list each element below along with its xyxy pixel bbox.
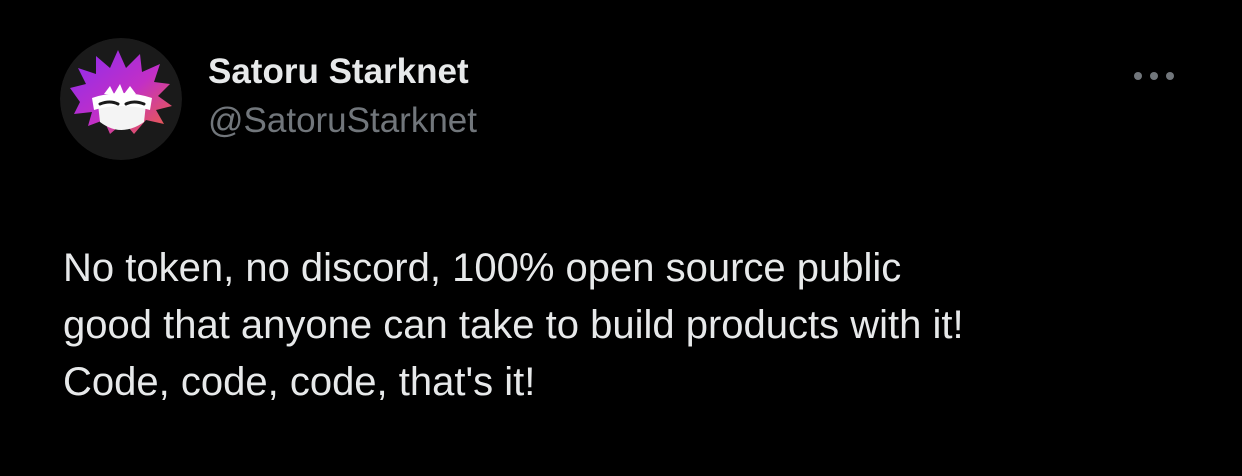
author-names: Satoru Starknet @SatoruStarknet <box>208 50 477 144</box>
author-display-name[interactable]: Satoru Starknet <box>208 50 477 94</box>
avatar[interactable] <box>60 38 182 160</box>
tweet-text-line: No token, no discord, 100% open source p… <box>63 246 902 290</box>
tweet-text-line: Code, code, code, that's it! <box>63 360 536 404</box>
spiky-masked-head-avatar-icon <box>60 38 182 160</box>
tweet: Satoru Starknet @SatoruStarknet No token… <box>0 0 1242 476</box>
author-handle[interactable]: @SatoruStarknet <box>208 98 477 144</box>
tweet-text-line: good that anyone can take to build produ… <box>63 303 964 347</box>
more-button[interactable] <box>1130 62 1178 90</box>
more-horizontal-icon <box>1134 72 1174 80</box>
tweet-text: No token, no discord, 100% open source p… <box>63 240 1213 411</box>
